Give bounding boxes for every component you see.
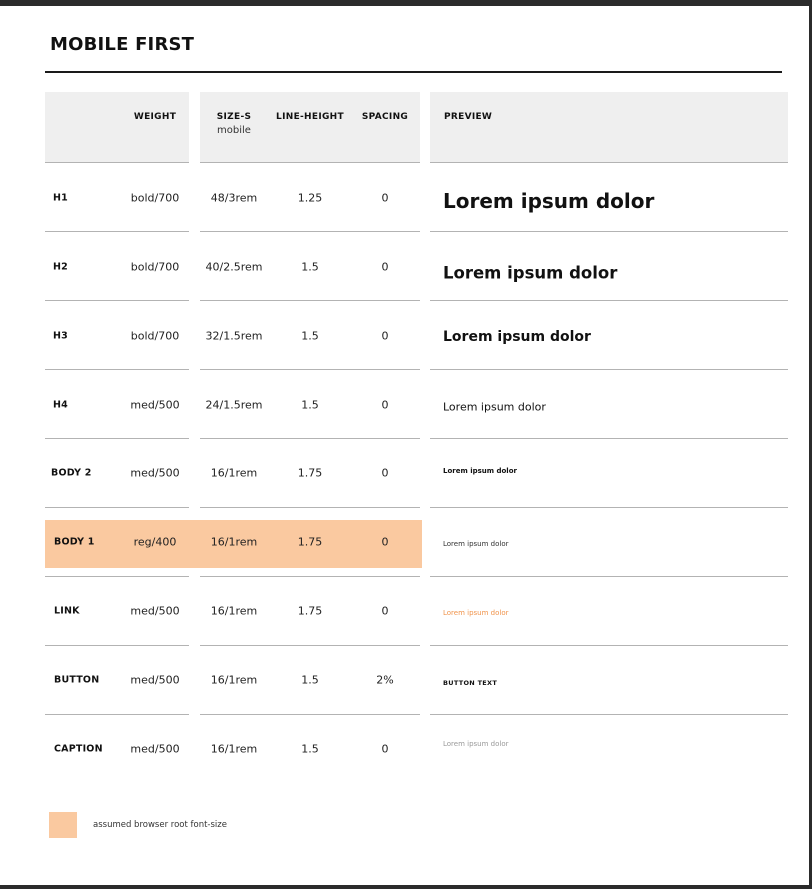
row-line-height: 1.75 bbox=[297, 466, 323, 480]
row-weight: med/500 bbox=[130, 466, 180, 480]
row-divider bbox=[45, 714, 189, 715]
preview-h4: Lorem ipsum dolor bbox=[443, 400, 546, 414]
row-size: 16/1rem bbox=[210, 535, 258, 549]
row-name: LINK bbox=[54, 605, 80, 617]
row-spacing: 0 bbox=[381, 466, 389, 480]
row-divider bbox=[45, 300, 189, 301]
row-divider bbox=[45, 576, 189, 577]
header-group-weight bbox=[45, 92, 189, 162]
header-preview: PREVIEW bbox=[444, 112, 493, 122]
page-title: MOBILE FIRST bbox=[50, 34, 195, 55]
row-size: 40/2.5rem bbox=[205, 260, 263, 274]
preview-link[interactable]: Lorem ipsum dolor bbox=[443, 609, 508, 617]
row-divider bbox=[200, 714, 420, 715]
row-name: H4 bbox=[53, 399, 68, 411]
header-group-preview bbox=[430, 92, 788, 162]
row-weight: med/500 bbox=[130, 398, 180, 412]
row-line-height: 1.5 bbox=[301, 329, 319, 343]
row-weight: med/500 bbox=[130, 742, 180, 756]
header-line-height: LINE-HEIGHT bbox=[276, 112, 344, 122]
legend-text: assumed browser root font-size bbox=[93, 820, 227, 830]
row-name: CAPTION bbox=[54, 743, 103, 755]
row-name: BUTTON bbox=[54, 674, 100, 686]
row-divider bbox=[430, 576, 788, 577]
row-line-height: 1.75 bbox=[297, 604, 323, 618]
row-name: H2 bbox=[53, 261, 68, 273]
row-weight: med/500 bbox=[130, 604, 180, 618]
row-size: 32/1.5rem bbox=[205, 329, 263, 343]
row-size: 16/1rem bbox=[210, 742, 258, 756]
row-size: 16/1rem bbox=[210, 673, 258, 687]
row-line-height: 1.5 bbox=[301, 398, 319, 412]
row-divider bbox=[45, 162, 189, 163]
preview-h3: Lorem ipsum dolor bbox=[443, 329, 591, 345]
row-divider bbox=[430, 231, 788, 232]
typography-sheet: MOBILE FIRST WEIGHT SIZE-S mobile LINE-H… bbox=[0, 6, 809, 885]
row-divider bbox=[430, 369, 788, 370]
row-line-height: 1.5 bbox=[301, 673, 319, 687]
preview-body1: Lorem ipsum dolor bbox=[443, 540, 509, 548]
row-size: 24/1.5rem bbox=[205, 398, 263, 412]
header-size-label: SIZE-S bbox=[216, 112, 252, 122]
row-divider bbox=[45, 645, 189, 646]
preview-h2: Lorem ipsum dolor bbox=[443, 263, 618, 283]
row-divider bbox=[200, 576, 420, 577]
row-divider bbox=[45, 438, 189, 439]
row-weight: bold/700 bbox=[130, 260, 180, 274]
row-divider bbox=[430, 645, 788, 646]
row-spacing: 0 bbox=[381, 604, 389, 618]
row-divider bbox=[45, 369, 189, 370]
row-size: 16/1rem bbox=[210, 604, 258, 618]
row-divider bbox=[45, 507, 189, 508]
row-divider bbox=[200, 369, 420, 370]
header-weight: WEIGHT bbox=[133, 112, 177, 122]
row-divider bbox=[430, 438, 788, 439]
row-divider bbox=[200, 507, 420, 508]
row-spacing: 0 bbox=[381, 535, 389, 549]
row-name: H3 bbox=[53, 330, 68, 342]
row-name: BODY 1 bbox=[54, 536, 95, 548]
row-line-height: 1.75 bbox=[297, 535, 323, 549]
row-weight: bold/700 bbox=[130, 191, 180, 205]
header-size: SIZE-S mobile bbox=[217, 112, 252, 136]
row-divider bbox=[430, 507, 788, 508]
row-spacing: 0 bbox=[381, 742, 389, 756]
row-divider bbox=[200, 162, 420, 163]
row-name: H1 bbox=[53, 192, 68, 204]
row-divider bbox=[45, 231, 189, 232]
row-divider bbox=[200, 300, 420, 301]
header-spacing: SPACING bbox=[361, 112, 409, 122]
row-divider bbox=[200, 438, 420, 439]
row-divider bbox=[430, 300, 788, 301]
row-line-height: 1.25 bbox=[297, 191, 323, 205]
row-spacing: 0 bbox=[381, 260, 389, 274]
preview-h1: Lorem ipsum dolor bbox=[443, 189, 655, 213]
row-weight: reg/400 bbox=[133, 535, 177, 549]
row-weight: bold/700 bbox=[130, 329, 180, 343]
row-divider bbox=[430, 162, 788, 163]
row-spacing: 0 bbox=[381, 398, 389, 412]
preview-button: BUTTON TEXT bbox=[443, 679, 498, 687]
row-spacing: 2% bbox=[376, 673, 394, 687]
row-line-height: 1.5 bbox=[301, 742, 319, 756]
header-size-sub: mobile bbox=[217, 125, 251, 136]
preview-body2: Lorem ipsum dolor bbox=[443, 467, 517, 475]
row-spacing: 0 bbox=[381, 191, 389, 205]
row-weight: med/500 bbox=[130, 673, 180, 687]
legend-swatch bbox=[49, 812, 77, 838]
row-spacing: 0 bbox=[381, 329, 389, 343]
row-name: BODY 2 bbox=[51, 467, 92, 479]
row-line-height: 1.5 bbox=[301, 260, 319, 274]
row-divider bbox=[200, 231, 420, 232]
row-size: 16/1rem bbox=[210, 466, 258, 480]
title-divider bbox=[45, 71, 782, 73]
preview-caption: Lorem ipsum dolor bbox=[443, 740, 509, 748]
row-size: 48/3rem bbox=[210, 191, 258, 205]
row-divider bbox=[200, 645, 420, 646]
row-divider bbox=[430, 714, 788, 715]
